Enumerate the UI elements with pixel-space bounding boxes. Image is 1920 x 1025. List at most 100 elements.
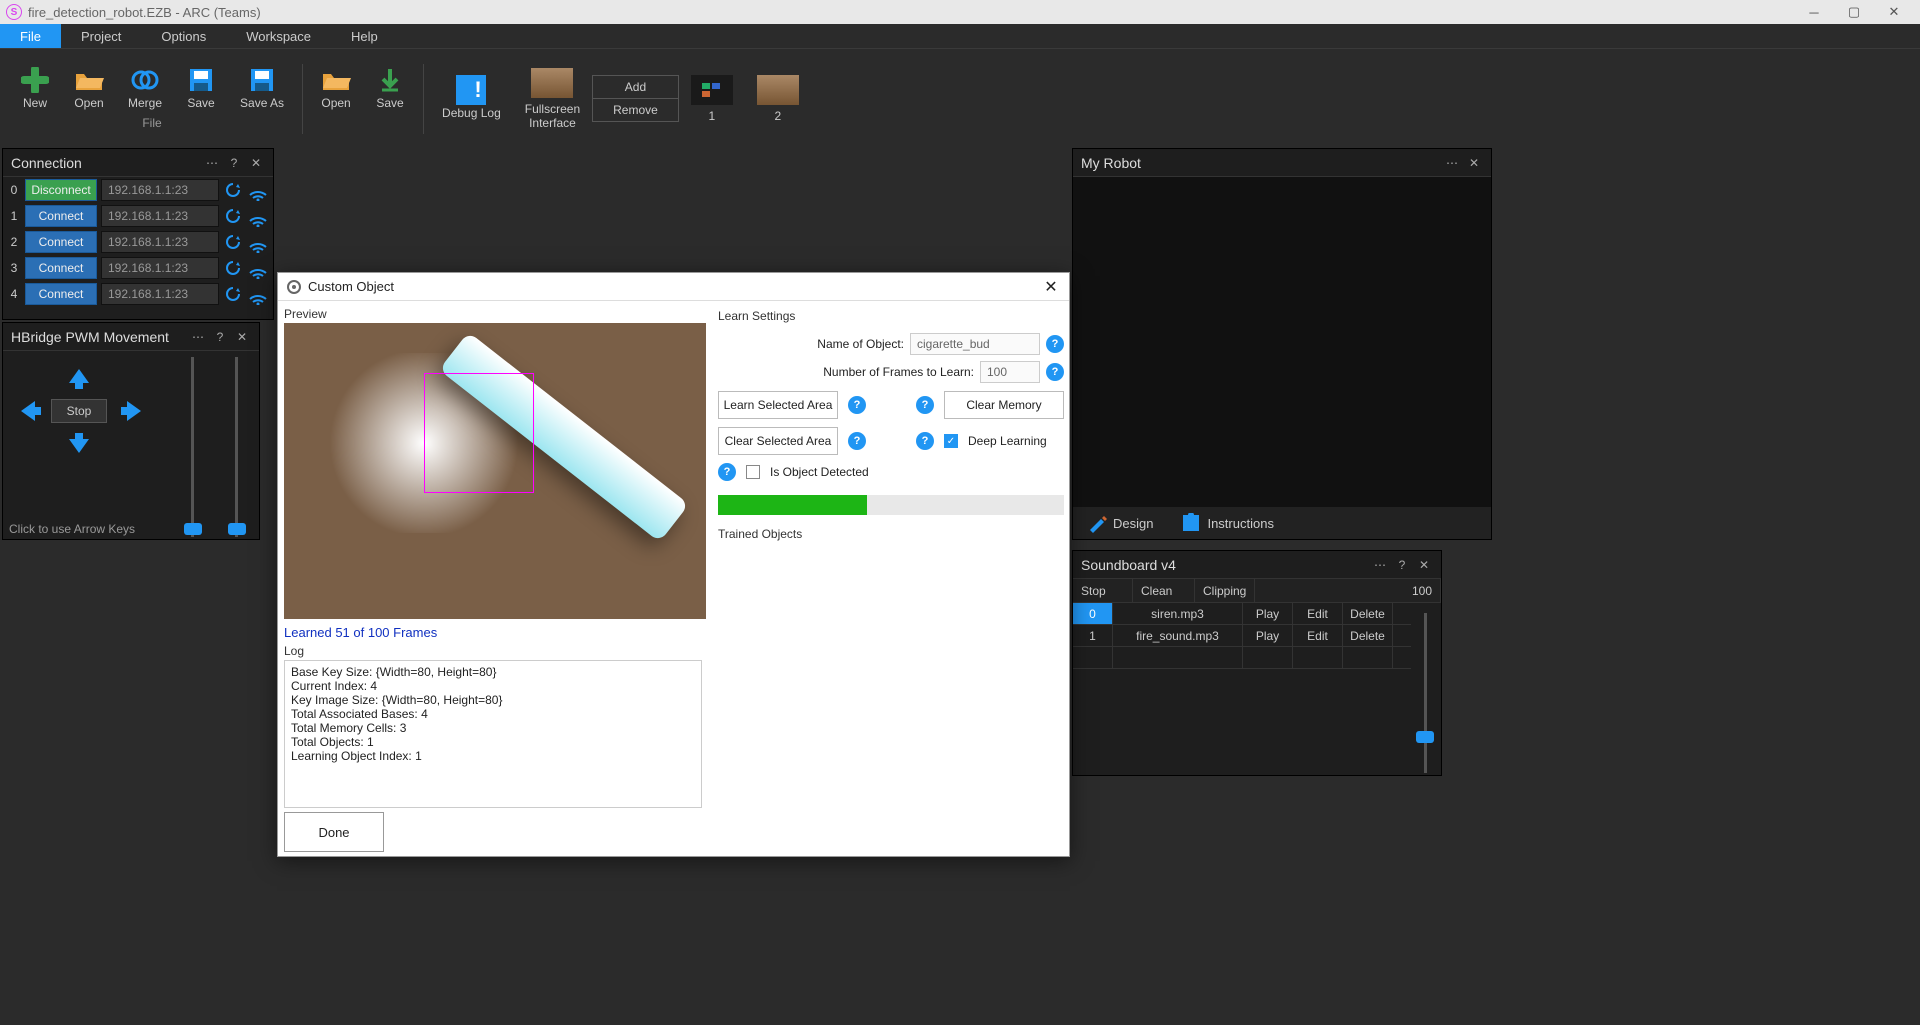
remove-button[interactable]: Remove	[593, 99, 678, 121]
refresh-icon[interactable]	[223, 232, 243, 252]
deep-learning-checkbox[interactable]: ✓	[944, 434, 958, 448]
workspace1-button[interactable]: 1	[679, 75, 745, 123]
maximize-button[interactable]: ▢	[1834, 0, 1874, 24]
left-speed-slider[interactable]	[181, 357, 205, 537]
sb-delete-button[interactable]: Delete	[1343, 603, 1393, 624]
sb-delete-button[interactable]: Delete	[1343, 625, 1393, 646]
open2-button[interactable]: Open	[321, 68, 351, 110]
ip-input[interactable]: 192.168.1.1:23	[101, 283, 219, 305]
sb-volume-slider[interactable]	[1411, 603, 1441, 775]
frames-label: Number of Frames to Learn:	[718, 365, 974, 379]
panel-menu-icon[interactable]: ⋯	[1371, 556, 1389, 574]
menu-options[interactable]: Options	[141, 24, 226, 48]
open-button[interactable]: Open	[74, 68, 104, 110]
wifi-icon	[247, 257, 269, 279]
selection-rect[interactable]	[424, 373, 534, 493]
sb-play-button[interactable]: Play	[1243, 625, 1293, 646]
tab-design[interactable]: Design	[1079, 509, 1161, 537]
help-icon[interactable]: ?	[916, 432, 934, 450]
open2-label: Open	[321, 96, 350, 110]
save-button[interactable]: Save	[186, 68, 216, 110]
panel-help-icon[interactable]: ?	[211, 328, 229, 346]
ip-input[interactable]: 192.168.1.1:23	[101, 257, 219, 279]
fullscreen-button[interactable]: Fullscreen Interface	[513, 68, 592, 130]
puzzle-icon	[1181, 513, 1201, 533]
clear-memory-button[interactable]: Clear Memory	[944, 391, 1064, 419]
menu-workspace[interactable]: Workspace	[226, 24, 331, 48]
name-label: Name of Object:	[718, 337, 904, 351]
connection-index: 4	[7, 287, 21, 301]
panel-help-icon[interactable]: ?	[225, 154, 243, 172]
panel-help-icon[interactable]: ?	[1393, 556, 1411, 574]
is-detected-label: Is Object Detected	[770, 465, 869, 479]
help-icon[interactable]: ?	[848, 396, 866, 414]
panel-menu-icon[interactable]: ⋯	[189, 328, 207, 346]
help-icon[interactable]: ?	[916, 396, 934, 414]
close-window-button[interactable]: ✕	[1874, 0, 1914, 24]
ip-input[interactable]: 192.168.1.1:23	[101, 205, 219, 227]
help-icon[interactable]: ?	[718, 463, 736, 481]
arrow-right-button[interactable]	[117, 399, 145, 423]
myrobot-canvas	[1073, 177, 1491, 507]
help-icon[interactable]: ?	[1046, 363, 1064, 381]
dialog-close-button[interactable]: ✕	[1041, 277, 1061, 297]
connect-button[interactable]: Connect	[25, 257, 97, 279]
learn-area-button[interactable]: Learn Selected Area	[718, 391, 838, 419]
camera-preview[interactable]	[284, 323, 706, 619]
trained-objects-label: Trained Objects	[718, 523, 1064, 545]
connect-button[interactable]: Connect	[25, 283, 97, 305]
ip-input[interactable]: 192.168.1.1:23	[101, 231, 219, 253]
refresh-icon[interactable]	[223, 206, 243, 226]
right-speed-slider[interactable]	[225, 357, 249, 537]
frames-input[interactable]: 100	[980, 361, 1040, 383]
object-name-input[interactable]	[910, 333, 1040, 355]
is-detected-checkbox[interactable]	[746, 465, 760, 479]
menu-file[interactable]: File	[0, 24, 61, 48]
menu-help[interactable]: Help	[331, 24, 398, 48]
workspace2-label: 2	[774, 109, 781, 123]
panel-close-icon[interactable]: ✕	[1415, 556, 1433, 574]
done-button[interactable]: Done	[284, 812, 384, 852]
sb-edit-button[interactable]: Edit	[1293, 603, 1343, 624]
learned-status: Learned 51 of 100 Frames	[284, 619, 702, 642]
help-icon[interactable]: ?	[1046, 335, 1064, 353]
sb-clean-button[interactable]: Clean	[1133, 579, 1195, 602]
myrobot-title: My Robot ⋯ ✕	[1073, 149, 1491, 177]
panel-close-icon[interactable]: ✕	[247, 154, 265, 172]
stop-button[interactable]: Stop	[51, 399, 107, 423]
clear-area-button[interactable]: Clear Selected Area	[718, 427, 838, 455]
connection-row: 1Connect192.168.1.1:23	[3, 203, 273, 229]
add-button[interactable]: Add	[593, 76, 678, 99]
preview-label: Preview	[284, 305, 702, 323]
panel-menu-icon[interactable]: ⋯	[1443, 154, 1461, 172]
saveas-button[interactable]: Save As	[240, 68, 284, 110]
help-icon[interactable]: ?	[848, 432, 866, 450]
tab-instructions[interactable]: Instructions	[1173, 509, 1281, 537]
arrow-down-button[interactable]	[65, 431, 93, 455]
connect-button[interactable]: Connect	[25, 205, 97, 227]
panel-menu-icon[interactable]: ⋯	[203, 154, 221, 172]
minimize-button[interactable]: ─	[1794, 0, 1834, 24]
sb-stop-button[interactable]: Stop	[1073, 579, 1133, 602]
sb-edit-button[interactable]: Edit	[1293, 625, 1343, 646]
ip-input[interactable]: 192.168.1.1:23	[101, 179, 219, 201]
save2-button[interactable]: Save	[375, 68, 405, 110]
refresh-icon[interactable]	[223, 258, 243, 278]
log-textarea[interactable]: Base Key Size: {Width=80, Height=80} Cur…	[284, 660, 702, 808]
new-button[interactable]: New	[20, 68, 50, 110]
refresh-icon[interactable]	[223, 284, 243, 304]
panel-close-icon[interactable]: ✕	[1465, 154, 1483, 172]
arrow-left-button[interactable]	[17, 399, 45, 423]
refresh-icon[interactable]	[223, 180, 243, 200]
sb-play-button[interactable]: Play	[1243, 603, 1293, 624]
debuglog-button[interactable]: ! Debug Log	[430, 78, 513, 120]
connect-button[interactable]: Connect	[25, 231, 97, 253]
menu-project[interactable]: Project	[61, 24, 141, 48]
arrow-up-button[interactable]	[65, 367, 93, 391]
workspace2-button[interactable]: 2	[745, 75, 811, 123]
disconnect-button[interactable]: Disconnect	[25, 179, 97, 201]
workspace2-thumb-icon	[757, 75, 799, 105]
panel-close-icon[interactable]: ✕	[233, 328, 251, 346]
hbridge-title: HBridge PWM Movement ⋯ ? ✕	[3, 323, 259, 351]
merge-button[interactable]: Merge	[128, 68, 162, 110]
